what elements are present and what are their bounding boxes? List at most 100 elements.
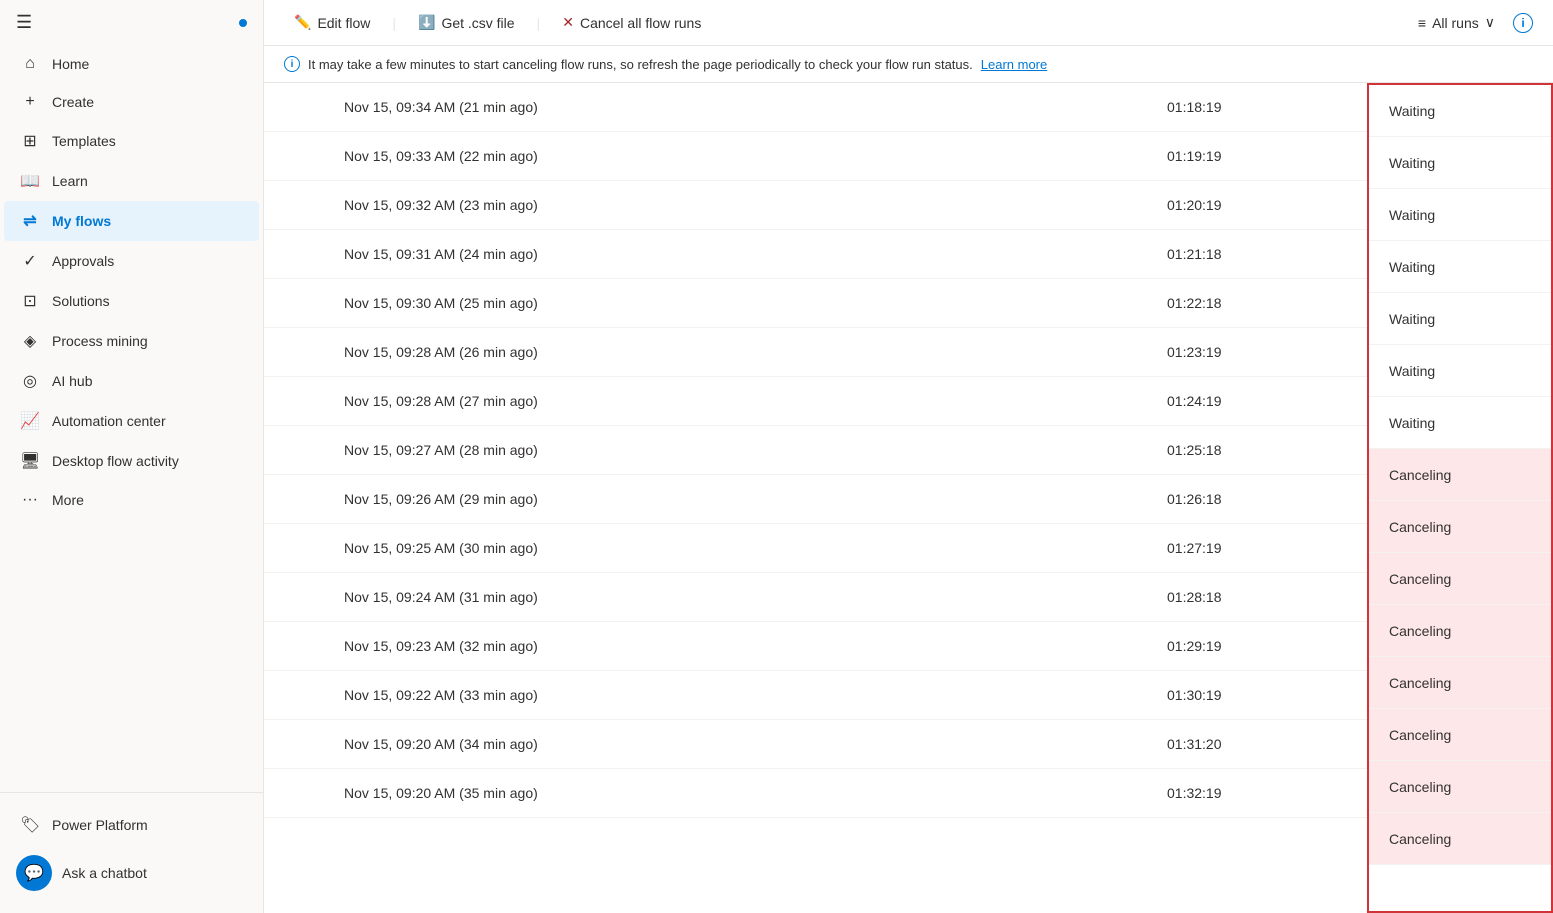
sidebar-item-create[interactable]: + Create [4, 83, 259, 121]
sidebar-item-power-platform[interactable]: 🏷 Power Platform [4, 805, 259, 845]
run-start-time: Nov 15, 09:20 AM (34 min ago) [264, 720, 1147, 768]
sidebar-item-process-mining[interactable]: ◈ Process mining [4, 321, 259, 361]
create-icon: + [20, 93, 40, 111]
toolbar-divider-1: | [392, 15, 396, 31]
run-duration: 01:25:18 [1147, 426, 1367, 474]
nav-items: ⌂ Home + Create ⊞ Templates 📖 Learn ⇌ My… [0, 45, 263, 519]
status-cell: Canceling [1369, 553, 1551, 605]
run-duration: 01:26:18 [1147, 475, 1367, 523]
learn-more-link[interactable]: Learn more [981, 57, 1047, 72]
templates-icon: ⊞ [20, 131, 40, 151]
sidebar-item-label-approvals: Approvals [52, 253, 114, 269]
toolbar: ✏️ Edit flow | ⬇️ Get .csv file | ✕ Canc… [264, 0, 1553, 46]
sidebar-item-approvals[interactable]: ✓ Approvals [4, 241, 259, 281]
table-row: Nov 15, 09:30 AM (25 min ago) 01:22:18 [264, 279, 1367, 328]
status-cell: Waiting [1369, 137, 1551, 189]
cancel-all-button[interactable]: ✕ Cancel all flow runs [552, 8, 711, 37]
cancel-all-label: Cancel all flow runs [580, 15, 701, 31]
table-row: Nov 15, 09:20 AM (35 min ago) 01:32:19 [264, 769, 1367, 818]
status-cell: Waiting [1369, 85, 1551, 137]
sidebar-item-label-create: Create [52, 94, 94, 110]
run-duration: 01:20:19 [1147, 181, 1367, 229]
sidebar-item-more[interactable]: ··· More [4, 481, 259, 519]
run-duration: 01:23:19 [1147, 328, 1367, 376]
status-cell: Canceling [1369, 813, 1551, 865]
status-cell: Waiting [1369, 345, 1551, 397]
run-start-time: Nov 15, 09:25 AM (30 min ago) [264, 524, 1147, 572]
status-cell: Canceling [1369, 449, 1551, 501]
filter-icon: ≡ [1418, 15, 1426, 31]
run-duration: 01:30:19 [1147, 671, 1367, 719]
edit-flow-label: Edit flow [317, 15, 370, 31]
status-cell: Waiting [1369, 397, 1551, 449]
get-csv-button[interactable]: ⬇️ Get .csv file [408, 8, 525, 37]
edit-icon: ✏️ [294, 14, 311, 31]
table-row: Nov 15, 09:32 AM (23 min ago) 01:20:19 [264, 181, 1367, 230]
run-start-time: Nov 15, 09:24 AM (31 min ago) [264, 573, 1147, 621]
table-row: Nov 15, 09:20 AM (34 min ago) 01:31:20 [264, 720, 1367, 769]
run-duration: 01:28:18 [1147, 573, 1367, 621]
sidebar-item-learn[interactable]: 📖 Learn [4, 161, 259, 201]
main-content: ✏️ Edit flow | ⬇️ Get .csv file | ✕ Canc… [264, 0, 1553, 913]
run-start-time: Nov 15, 09:26 AM (29 min ago) [264, 475, 1147, 523]
run-duration: 01:18:19 [1147, 83, 1367, 131]
sidebar-item-templates[interactable]: ⊞ Templates [4, 121, 259, 161]
run-duration: 01:32:19 [1147, 769, 1367, 817]
run-duration: 01:21:18 [1147, 230, 1367, 278]
info-banner: i It may take a few minutes to start can… [264, 46, 1553, 83]
table-row: Nov 15, 09:25 AM (30 min ago) 01:27:19 [264, 524, 1367, 573]
edit-flow-button[interactable]: ✏️ Edit flow [284, 8, 380, 37]
chatbot-button[interactable]: 💬 Ask a chatbot [0, 845, 263, 901]
sidebar-item-label-desktop-flow-activity: Desktop flow activity [52, 453, 179, 469]
run-duration: 01:29:19 [1147, 622, 1367, 670]
table-row: Nov 15, 09:33 AM (22 min ago) 01:19:19 [264, 132, 1367, 181]
sidebar-item-label-process-mining: Process mining [52, 333, 148, 349]
solutions-icon: ⊡ [20, 291, 40, 311]
status-cell: Canceling [1369, 657, 1551, 709]
sidebar-item-ai-hub[interactable]: ◎ AI hub [4, 361, 259, 401]
run-start-time: Nov 15, 09:28 AM (26 min ago) [264, 328, 1147, 376]
sidebar-item-label-solutions: Solutions [52, 293, 110, 309]
get-csv-label: Get .csv file [441, 15, 514, 31]
sidebar: ☰ ⌂ Home + Create ⊞ Templates 📖 Learn ⇌ … [0, 0, 264, 913]
home-icon: ⌂ [20, 55, 40, 73]
status-cell: Canceling [1369, 501, 1551, 553]
run-start-time: Nov 15, 09:20 AM (35 min ago) [264, 769, 1147, 817]
table-row: Nov 15, 09:31 AM (24 min ago) 01:21:18 [264, 230, 1367, 279]
status-cell: Waiting [1369, 293, 1551, 345]
chatbot-icon: 💬 [16, 855, 52, 891]
status-cell: Waiting [1369, 241, 1551, 293]
run-duration: 01:19:19 [1147, 132, 1367, 180]
sidebar-item-home[interactable]: ⌂ Home [4, 45, 259, 83]
sidebar-footer: 🏷 Power Platform 💬 Ask a chatbot [0, 792, 263, 913]
sidebar-item-label-my-flows: My flows [52, 213, 111, 229]
status-cell: Canceling [1369, 761, 1551, 813]
sidebar-header: ☰ [0, 0, 263, 45]
run-start-time: Nov 15, 09:28 AM (27 min ago) [264, 377, 1147, 425]
hamburger-icon[interactable]: ☰ [16, 12, 32, 33]
run-start-time: Nov 15, 09:30 AM (25 min ago) [264, 279, 1147, 327]
all-runs-button[interactable]: ≡ All runs ∨ [1408, 8, 1505, 37]
approvals-icon: ✓ [20, 251, 40, 271]
run-start-time: Nov 15, 09:31 AM (24 min ago) [264, 230, 1147, 278]
table-row: Nov 15, 09:28 AM (26 min ago) 01:23:19 [264, 328, 1367, 377]
run-start-time: Nov 15, 09:27 AM (28 min ago) [264, 426, 1147, 474]
sidebar-item-desktop-flow-activity[interactable]: 🖥 Desktop flow activity [4, 441, 259, 481]
chatbot-label: Ask a chatbot [62, 865, 147, 881]
power-platform-icon: 🏷 [20, 815, 40, 835]
sidebar-item-my-flows[interactable]: ⇌ My flows [4, 201, 259, 241]
sidebar-item-label-templates: Templates [52, 133, 116, 149]
banner-text: It may take a few minutes to start cance… [308, 57, 973, 72]
status-cell: Waiting [1369, 189, 1551, 241]
automation-center-icon: 📈 [20, 411, 40, 431]
sidebar-item-label-ai-hub: AI hub [52, 373, 92, 389]
my-flows-icon: ⇌ [20, 211, 40, 231]
runs-table: Nov 15, 09:34 AM (21 min ago) 01:18:19 N… [264, 83, 1367, 913]
sidebar-item-label-more: More [52, 492, 84, 508]
cancel-icon: ✕ [562, 14, 574, 31]
sidebar-item-solutions[interactable]: ⊡ Solutions [4, 281, 259, 321]
info-button[interactable]: i [1513, 13, 1533, 33]
sidebar-item-automation-center[interactable]: 📈 Automation center [4, 401, 259, 441]
desktop-flow-activity-icon: 🖥 [20, 451, 40, 471]
run-start-time: Nov 15, 09:22 AM (33 min ago) [264, 671, 1147, 719]
